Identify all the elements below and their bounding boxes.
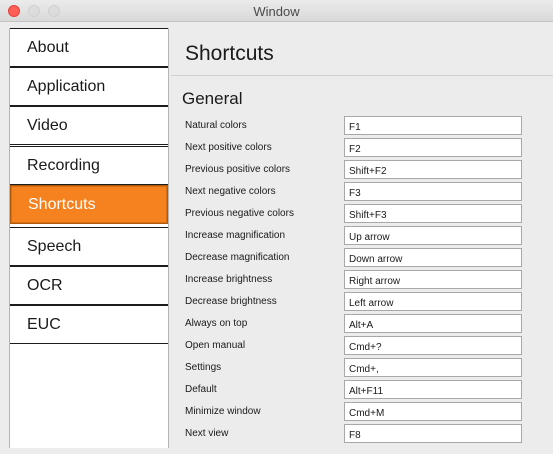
title-bar[interactable]: Window — [0, 0, 553, 22]
shortcut-label: Minimize window — [185, 406, 261, 417]
shortcut-label: Default — [185, 384, 217, 395]
window-title: Window — [253, 4, 300, 19]
panel-header: Shortcuts — [171, 28, 553, 76]
shortcut-row: Increase brightness — [171, 270, 553, 290]
shortcut-row: Open manual — [171, 336, 553, 356]
shortcut-label: Next positive colors — [185, 142, 272, 153]
shortcut-row: Decrease magnification — [171, 248, 553, 268]
shortcut-field[interactable] — [344, 358, 522, 377]
shortcut-row: Next negative colors — [171, 182, 553, 202]
sidebar-item-ocr[interactable]: OCR — [10, 266, 168, 305]
shortcut-label: Increase magnification — [185, 230, 286, 241]
shortcut-row: Decrease brightness — [171, 292, 553, 312]
sidebar-item-recording[interactable]: Recording — [10, 146, 168, 185]
shortcut-row: Previous positive colors — [171, 160, 553, 180]
shortcut-label: Increase brightness — [185, 274, 273, 285]
shortcut-label: Always on top — [185, 318, 248, 329]
shortcut-field[interactable] — [344, 204, 522, 223]
sidebar-item-speech[interactable]: Speech — [10, 227, 168, 266]
shortcut-field[interactable] — [344, 138, 522, 157]
shortcut-field[interactable] — [344, 380, 522, 399]
shortcut-label: Decrease brightness — [185, 296, 277, 307]
shortcut-field[interactable] — [344, 226, 522, 245]
shortcut-row: Next positive colors — [171, 138, 553, 158]
shortcut-field[interactable] — [344, 402, 522, 421]
shortcut-row: Previous negative colors — [171, 204, 553, 224]
shortcut-row: Always on top — [171, 314, 553, 334]
shortcut-field[interactable] — [344, 182, 522, 201]
shortcut-row: Natural colors — [171, 116, 553, 136]
sidebar-item-application[interactable]: Application — [10, 67, 168, 106]
shortcut-row: Minimize window — [171, 402, 553, 422]
shortcut-row: Increase magnification — [171, 226, 553, 246]
sidebar-item-about[interactable]: About — [10, 28, 168, 67]
sidebar-item-shortcuts[interactable]: Shortcuts — [10, 185, 168, 224]
shortcut-label: Settings — [185, 362, 222, 373]
app-window: Window About Application Video Recording… — [0, 0, 553, 454]
shortcut-field[interactable] — [344, 314, 522, 333]
sidebar-item-video[interactable]: Video — [10, 106, 168, 145]
shortcut-label: Decrease magnification — [185, 252, 290, 263]
shortcut-field[interactable] — [344, 292, 522, 311]
shortcut-row: Settings — [171, 358, 553, 378]
shortcut-row: Next view — [171, 424, 553, 444]
shortcut-field[interactable] — [344, 336, 522, 355]
shortcut-field[interactable] — [344, 160, 522, 179]
shortcut-label: Open manual — [185, 340, 246, 351]
sidebar: About Application Video Recording Shortc… — [9, 28, 169, 448]
shortcut-label: Previous positive colors — [185, 164, 291, 175]
settings-panel: Shortcuts General Natural colors Next po… — [171, 28, 553, 454]
shortcut-field[interactable] — [344, 248, 522, 267]
page-title: Shortcuts — [185, 42, 274, 65]
shortcut-row: Default — [171, 380, 553, 400]
shortcut-field[interactable] — [344, 116, 522, 135]
shortcut-label: Previous negative colors — [185, 208, 294, 219]
shortcut-label: Next view — [185, 428, 229, 439]
shortcut-label: Natural colors — [185, 120, 247, 131]
sidebar-item-euc[interactable]: EUC — [10, 305, 168, 344]
shortcut-field[interactable] — [344, 424, 522, 443]
shortcut-field[interactable] — [344, 270, 522, 289]
section-title: General — [182, 89, 243, 108]
shortcut-label: Next negative colors — [185, 186, 276, 197]
